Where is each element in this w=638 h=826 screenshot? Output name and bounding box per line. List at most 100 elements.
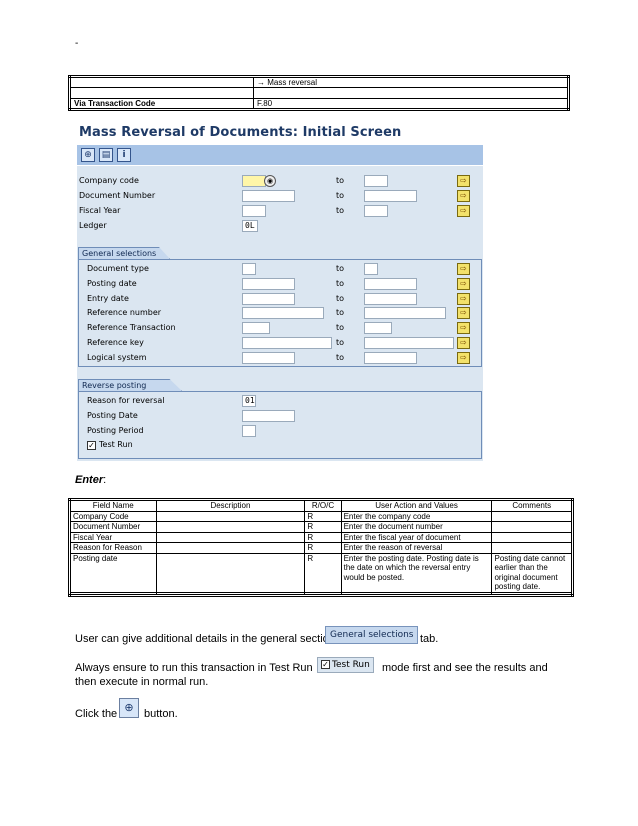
column-header: Description bbox=[155, 499, 306, 512]
paragraph-click: Click the bbox=[75, 708, 118, 720]
table-cell bbox=[340, 591, 493, 596]
table-header-row: Field Name Description R/O/C User Action… bbox=[69, 499, 573, 512]
posting-date-reverse-label: Posting Date bbox=[87, 411, 138, 420]
sap-screen: Mass Reversal of Documents: Initial Scre… bbox=[77, 123, 483, 461]
reference-key-label: Reference key bbox=[87, 338, 144, 347]
test-run-checkbox-image: ✓ Test Run bbox=[317, 657, 374, 673]
table-cell bbox=[304, 591, 342, 596]
table-cell: Enter the company code bbox=[340, 510, 493, 522]
posting-date-to-input[interactable] bbox=[364, 278, 417, 290]
to-label: to bbox=[336, 264, 345, 273]
table-cell: Company Code bbox=[69, 510, 157, 522]
to-label: to bbox=[336, 353, 345, 362]
tab-reverse-posting-details[interactable]: Reverse posting details bbox=[78, 379, 182, 391]
enter-label: Enter bbox=[75, 474, 104, 486]
reference-transaction-to-input[interactable] bbox=[364, 322, 392, 334]
enter-heading: Enter: bbox=[75, 474, 106, 486]
paragraph-text: button. bbox=[144, 708, 178, 720]
column-header: Field Name bbox=[69, 499, 157, 512]
company-code-to-input[interactable] bbox=[364, 175, 388, 187]
posting-date-from-input[interactable] bbox=[242, 278, 295, 290]
reason-for-reversal-input[interactable]: 01 bbox=[242, 395, 256, 407]
ledger-label: Ledger bbox=[79, 221, 107, 230]
variant-icon[interactable]: ▤ bbox=[99, 148, 113, 162]
logical-system-to-input[interactable] bbox=[364, 352, 417, 364]
reference-key-from-input[interactable] bbox=[242, 337, 332, 349]
multiple-selection-icon[interactable]: ⇨ bbox=[457, 337, 470, 349]
test-run-checkbox[interactable]: ✓ bbox=[87, 441, 96, 450]
table-cell bbox=[491, 591, 573, 596]
info-icon[interactable]: i bbox=[117, 148, 131, 162]
posting-date-label: Posting date bbox=[87, 279, 137, 288]
table-row: Via Transaction Code F.80 bbox=[69, 98, 569, 110]
ledger-input[interactable]: 0L bbox=[242, 220, 258, 232]
multiple-selection-icon[interactable]: ⇨ bbox=[457, 175, 470, 187]
paragraph-text: mode first and see the results and bbox=[382, 662, 548, 674]
table-row: Posting date R Enter the posting date. P… bbox=[69, 552, 573, 593]
via-transaction-label: Via Transaction Code bbox=[69, 98, 254, 110]
multiple-selection-icon[interactable]: ⇨ bbox=[457, 263, 470, 275]
table-row: Document Number R Enter the document num… bbox=[69, 521, 573, 533]
to-label: to bbox=[336, 206, 345, 215]
posting-period-input[interactable] bbox=[242, 425, 256, 437]
document-number-label: Document Number bbox=[79, 191, 156, 200]
application-toolbar: ⊕ ▤ i bbox=[77, 145, 483, 165]
reference-number-label: Reference number bbox=[87, 308, 162, 317]
table-cell bbox=[155, 521, 306, 533]
document-type-from-input[interactable] bbox=[242, 263, 256, 275]
multiple-selection-icon[interactable]: ⇨ bbox=[457, 293, 470, 305]
posting-date-reverse-input[interactable] bbox=[242, 410, 295, 422]
multiple-selection-icon[interactable]: ⇨ bbox=[457, 205, 470, 217]
nav-cell bbox=[69, 76, 254, 88]
document-type-label: Document type bbox=[87, 264, 149, 273]
entry-date-from-input[interactable] bbox=[242, 293, 295, 305]
fiscal-year-from-input[interactable] bbox=[242, 205, 266, 217]
reference-number-from-input[interactable] bbox=[242, 307, 324, 319]
fiscal-year-to-input[interactable] bbox=[364, 205, 388, 217]
table-cell: Reason for Reason bbox=[69, 542, 157, 554]
table-cell bbox=[69, 591, 157, 596]
table-cell bbox=[491, 521, 573, 533]
execute-icon: ⊕ bbox=[119, 698, 139, 718]
table-row: → Mass reversal bbox=[69, 76, 569, 88]
multiple-selection-icon[interactable]: ⇨ bbox=[457, 352, 470, 364]
table-cell bbox=[155, 591, 306, 596]
reference-transaction-label: Reference Transaction bbox=[87, 323, 176, 332]
table-cell: R bbox=[304, 552, 342, 593]
column-header: Comments bbox=[491, 499, 573, 512]
multiple-selection-icon[interactable]: ⇨ bbox=[457, 278, 470, 290]
column-header: R/O/C bbox=[304, 499, 342, 512]
table-cell bbox=[155, 552, 306, 593]
entry-date-to-input[interactable] bbox=[364, 293, 417, 305]
reference-number-to-input[interactable] bbox=[364, 307, 446, 319]
multiple-selection-icon[interactable]: ⇨ bbox=[457, 322, 470, 334]
posting-period-label: Posting Period bbox=[87, 426, 144, 435]
document-number-from-input[interactable] bbox=[242, 190, 295, 202]
fiscal-year-label: Fiscal Year bbox=[79, 206, 121, 215]
table-cell: Fiscal Year bbox=[69, 531, 157, 543]
table-row bbox=[69, 87, 569, 99]
multiple-selection-icon[interactable]: ⇨ bbox=[457, 307, 470, 319]
nav-menu-path: → Mass reversal bbox=[253, 76, 569, 88]
document-number-to-input[interactable] bbox=[364, 190, 417, 202]
table-row: Company Code R Enter the company code bbox=[69, 510, 573, 522]
to-label: to bbox=[336, 176, 345, 185]
document-type-to-input[interactable] bbox=[364, 263, 378, 275]
table-cell bbox=[155, 510, 306, 522]
multiple-selection-icon[interactable]: ⇨ bbox=[457, 190, 470, 202]
reference-transaction-from-input[interactable] bbox=[242, 322, 270, 334]
selection-area: Company code ◉ to ⇨ Document Number to ⇨… bbox=[77, 166, 483, 461]
paragraph-general-section: User can give additional details in the … bbox=[75, 633, 335, 645]
table-row: Reason for Reason R Enter the reason of … bbox=[69, 542, 573, 554]
company-code-from-input[interactable] bbox=[242, 175, 266, 187]
navigation-table: → Mass reversal Via Transaction Code F.8… bbox=[68, 75, 570, 111]
execute-icon[interactable]: ⊕ bbox=[81, 148, 95, 162]
logical-system-from-input[interactable] bbox=[242, 352, 295, 364]
table-cell: Enter the reason of reversal bbox=[340, 542, 493, 554]
nav-cell bbox=[253, 87, 569, 99]
table-cell bbox=[491, 542, 573, 554]
search-help-icon[interactable]: ◉ bbox=[264, 175, 276, 187]
tab-general-selections[interactable]: General selections bbox=[78, 247, 170, 259]
entry-date-label: Entry date bbox=[87, 294, 129, 303]
reference-key-to-input[interactable] bbox=[364, 337, 454, 349]
